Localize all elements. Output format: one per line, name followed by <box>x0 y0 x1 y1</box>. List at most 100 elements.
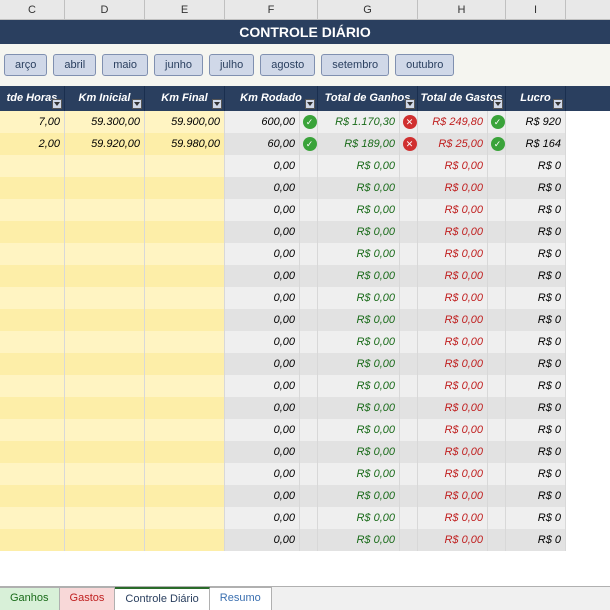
cell-km-inicial[interactable] <box>65 177 145 199</box>
cell-total-gastos[interactable]: R$ 0,00 <box>418 485 488 507</box>
cell-lucro[interactable]: R$ 920 <box>506 111 566 133</box>
cell-total-gastos[interactable]: R$ 0,00 <box>418 199 488 221</box>
tab-resumo[interactable]: Resumo <box>210 587 272 610</box>
col-letter[interactable]: D <box>65 0 145 19</box>
col-letter[interactable]: E <box>145 0 225 19</box>
cell-km-final[interactable] <box>145 485 225 507</box>
cell-total-gastos[interactable]: R$ 0,00 <box>418 287 488 309</box>
cell-lucro[interactable]: R$ 0 <box>506 463 566 485</box>
cell-km-final[interactable] <box>145 243 225 265</box>
cell-km-final[interactable] <box>145 353 225 375</box>
cell-total-gastos[interactable]: R$ 0,00 <box>418 243 488 265</box>
cell-km-rodado[interactable]: 0,00 <box>225 485 300 507</box>
cell-km-final[interactable]: 59.980,00 <box>145 133 225 155</box>
cell-total-gastos[interactable]: R$ 0,00 <box>418 331 488 353</box>
cell-lucro[interactable]: R$ 0 <box>506 177 566 199</box>
cell-km-rodado[interactable]: 0,00 <box>225 243 300 265</box>
cell-horas[interactable] <box>0 485 65 507</box>
cell-total-ganhos[interactable]: R$ 0,00 <box>318 309 400 331</box>
cell-horas[interactable] <box>0 419 65 441</box>
filter-dropdown-icon[interactable] <box>305 99 315 109</box>
cell-total-gastos[interactable]: R$ 0,00 <box>418 375 488 397</box>
cell-km-final[interactable] <box>145 177 225 199</box>
cell-lucro[interactable]: R$ 0 <box>506 331 566 353</box>
cell-total-ganhos[interactable]: R$ 0,00 <box>318 331 400 353</box>
cell-horas[interactable] <box>0 507 65 529</box>
filter-dropdown-icon[interactable] <box>493 99 503 109</box>
cell-lucro[interactable]: R$ 164 <box>506 133 566 155</box>
cell-km-final[interactable] <box>145 265 225 287</box>
cell-total-ganhos[interactable]: R$ 1.170,30 <box>318 111 400 133</box>
cell-km-final[interactable] <box>145 221 225 243</box>
cell-lucro[interactable]: R$ 0 <box>506 155 566 177</box>
cell-lucro[interactable]: R$ 0 <box>506 507 566 529</box>
cell-km-inicial[interactable] <box>65 199 145 221</box>
cell-km-rodado[interactable]: 0,00 <box>225 221 300 243</box>
cell-lucro[interactable]: R$ 0 <box>506 243 566 265</box>
cell-total-gastos[interactable]: R$ 0,00 <box>418 419 488 441</box>
cell-total-ganhos[interactable]: R$ 0,00 <box>318 199 400 221</box>
cell-total-ganhos[interactable]: R$ 0,00 <box>318 375 400 397</box>
cell-km-inicial[interactable] <box>65 397 145 419</box>
cell-km-inicial[interactable] <box>65 243 145 265</box>
cell-total-ganhos[interactable]: R$ 0,00 <box>318 419 400 441</box>
month-button[interactable]: maio <box>102 54 148 76</box>
cell-horas[interactable] <box>0 353 65 375</box>
cell-km-inicial[interactable] <box>65 375 145 397</box>
cell-lucro[interactable]: R$ 0 <box>506 419 566 441</box>
filter-dropdown-icon[interactable] <box>553 99 563 109</box>
cell-km-inicial[interactable] <box>65 221 145 243</box>
col-letter[interactable]: C <box>0 0 65 19</box>
tab-ganhos[interactable]: Ganhos <box>0 587 60 610</box>
cell-lucro[interactable]: R$ 0 <box>506 485 566 507</box>
cell-km-inicial[interactable] <box>65 507 145 529</box>
cell-total-ganhos[interactable]: R$ 0,00 <box>318 441 400 463</box>
cell-km-inicial[interactable] <box>65 287 145 309</box>
cell-horas[interactable]: 2,00 <box>0 133 65 155</box>
cell-lucro[interactable]: R$ 0 <box>506 375 566 397</box>
cell-lucro[interactable]: R$ 0 <box>506 221 566 243</box>
cell-lucro[interactable]: R$ 0 <box>506 199 566 221</box>
filter-dropdown-icon[interactable] <box>405 99 415 109</box>
header-total-ganhos[interactable]: Total de Ganhos <box>318 86 418 111</box>
month-button[interactable]: junho <box>154 54 203 76</box>
cell-km-inicial[interactable]: 59.300,00 <box>65 111 145 133</box>
cell-total-ganhos[interactable]: R$ 0,00 <box>318 243 400 265</box>
cell-total-gastos[interactable]: R$ 249,80 <box>418 111 488 133</box>
month-button[interactable]: arço <box>4 54 47 76</box>
cell-km-rodado[interactable]: 0,00 <box>225 463 300 485</box>
cell-horas[interactable] <box>0 177 65 199</box>
cell-km-final[interactable] <box>145 287 225 309</box>
cell-km-final[interactable] <box>145 331 225 353</box>
cell-km-rodado[interactable]: 0,00 <box>225 375 300 397</box>
month-button[interactable]: outubro <box>395 54 454 76</box>
cell-km-inicial[interactable] <box>65 265 145 287</box>
cell-horas[interactable] <box>0 463 65 485</box>
cell-total-ganhos[interactable]: R$ 0,00 <box>318 529 400 551</box>
month-button[interactable]: abril <box>53 54 96 76</box>
cell-lucro[interactable]: R$ 0 <box>506 353 566 375</box>
col-letter[interactable]: G <box>318 0 418 19</box>
cell-km-inicial[interactable] <box>65 529 145 551</box>
header-total-gastos[interactable]: Total de Gastos <box>418 86 506 111</box>
cell-km-final[interactable] <box>145 309 225 331</box>
cell-total-gastos[interactable]: R$ 0,00 <box>418 507 488 529</box>
cell-total-ganhos[interactable]: R$ 0,00 <box>318 287 400 309</box>
cell-total-ganhos[interactable]: R$ 0,00 <box>318 485 400 507</box>
cell-km-rodado[interactable]: 0,00 <box>225 177 300 199</box>
cell-km-inicial[interactable] <box>65 485 145 507</box>
cell-km-rodado[interactable]: 0,00 <box>225 507 300 529</box>
col-letter[interactable]: H <box>418 0 506 19</box>
cell-horas[interactable] <box>0 221 65 243</box>
cell-km-final[interactable] <box>145 199 225 221</box>
cell-km-rodado[interactable]: 600,00 <box>225 111 300 133</box>
cell-horas[interactable] <box>0 397 65 419</box>
cell-total-gastos[interactable]: R$ 25,00 <box>418 133 488 155</box>
header-km-final[interactable]: Km Final <box>145 86 225 111</box>
cell-km-rodado[interactable]: 0,00 <box>225 353 300 375</box>
cell-total-gastos[interactable]: R$ 0,00 <box>418 353 488 375</box>
cell-km-rodado[interactable]: 0,00 <box>225 397 300 419</box>
cell-total-ganhos[interactable]: R$ 0,00 <box>318 155 400 177</box>
cell-total-ganhos[interactable]: R$ 0,00 <box>318 353 400 375</box>
cell-km-inicial[interactable] <box>65 419 145 441</box>
